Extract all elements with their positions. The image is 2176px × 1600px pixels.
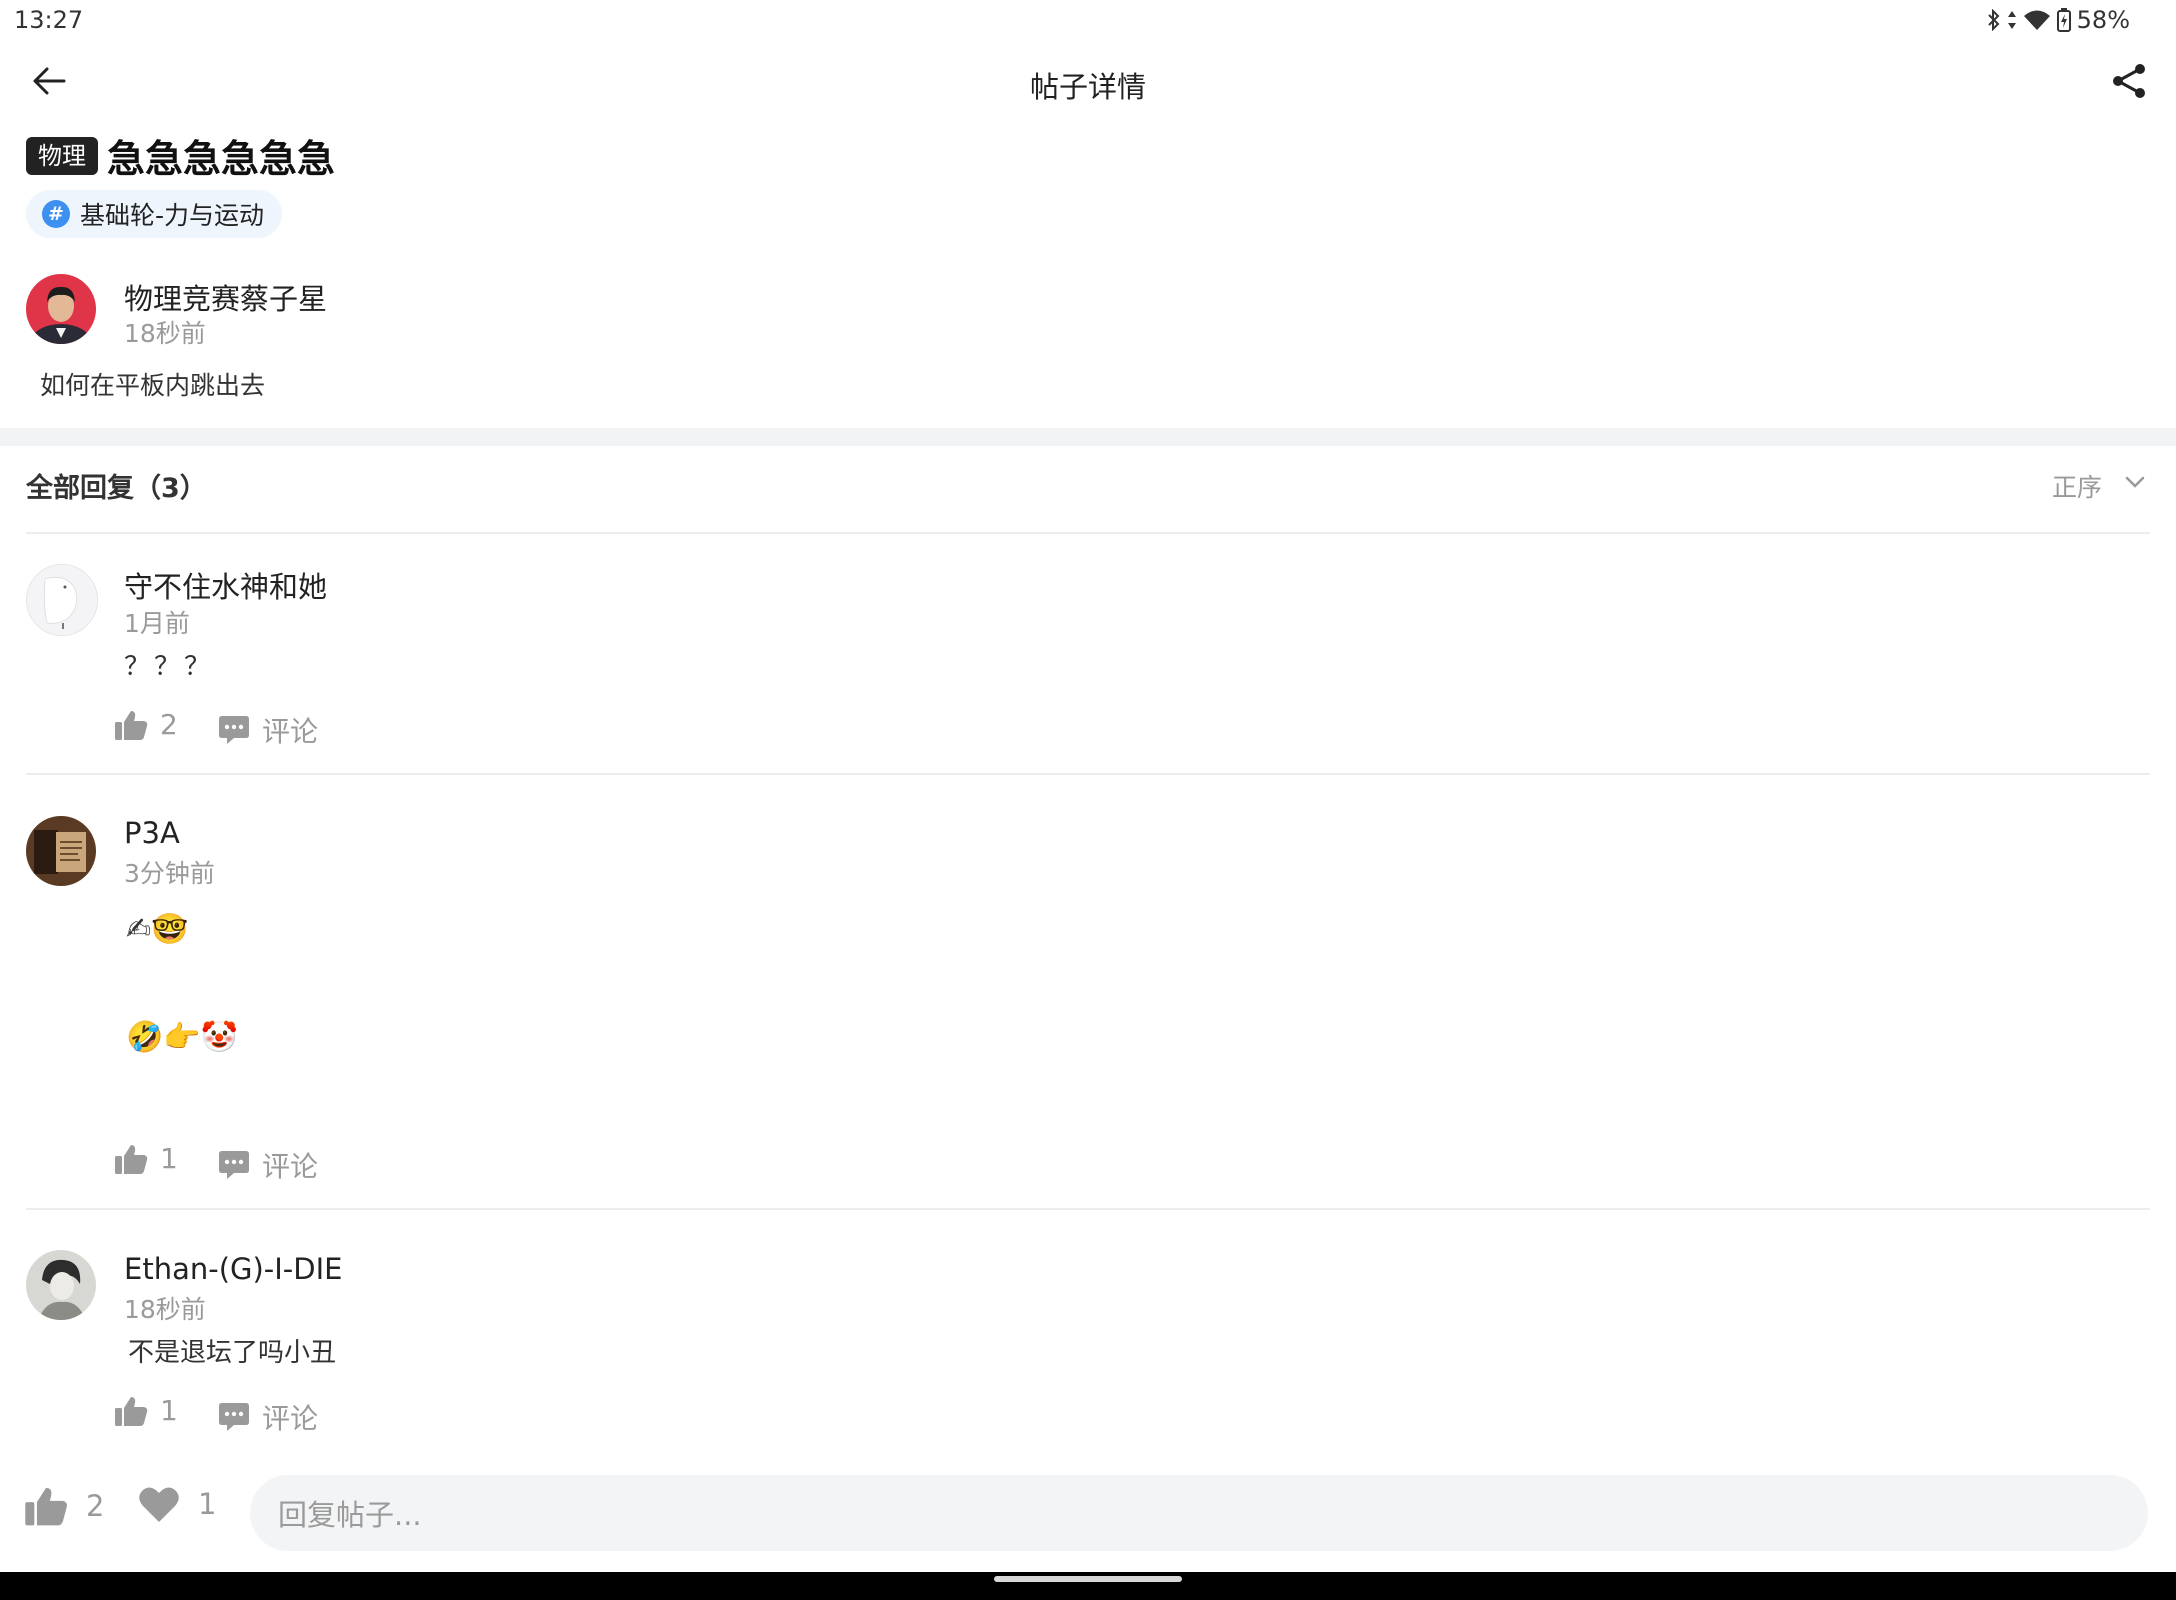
like-count: 2 bbox=[160, 708, 178, 741]
topic-label: 基础轮-力与运动 bbox=[80, 201, 265, 230]
divider bbox=[26, 532, 2150, 534]
share-button[interactable] bbox=[2106, 58, 2152, 104]
like-count: 1 bbox=[160, 1394, 178, 1427]
like-button[interactable]: 2 bbox=[114, 708, 178, 741]
reply-time: 3分钟前 bbox=[124, 859, 215, 888]
like-button[interactable]: 1 bbox=[114, 1394, 178, 1427]
hashtag-icon: # bbox=[42, 200, 70, 228]
divider bbox=[26, 1208, 2150, 1210]
wifi-icon bbox=[2023, 9, 2051, 31]
comment-icon bbox=[219, 716, 249, 744]
reply-text: 不是退坛了吗小丑 bbox=[128, 1338, 337, 1368]
thumbs-up-icon bbox=[115, 710, 148, 740]
data-arrows-icon bbox=[2007, 9, 2017, 31]
sort-label: 正序 bbox=[2052, 473, 2103, 502]
chevron-down-icon bbox=[2125, 476, 2145, 488]
comment-icon bbox=[219, 1403, 249, 1431]
battery-percent: 58% bbox=[2076, 6, 2130, 34]
status-icons: 58% bbox=[1987, 6, 2130, 34]
home-handle[interactable] bbox=[994, 1576, 1182, 1582]
post-title: 急急急急急急 bbox=[107, 137, 336, 181]
reply-avatar[interactable] bbox=[26, 564, 98, 636]
sort-dropdown[interactable]: 正序 bbox=[2050, 462, 2150, 502]
author-name[interactable]: 物理竞赛蔡子星 bbox=[124, 276, 327, 318]
post-body: 如何在平板内跳出去 bbox=[40, 371, 266, 400]
battery-icon bbox=[2056, 8, 2071, 32]
author-avatar[interactable] bbox=[26, 274, 96, 344]
like-button[interactable]: 1 bbox=[114, 1142, 178, 1175]
thumbs-up-icon bbox=[25, 1487, 67, 1526]
post-like-count: 2 bbox=[86, 1489, 105, 1523]
divider bbox=[26, 773, 2150, 775]
post-like-button[interactable]: 2 bbox=[24, 1484, 104, 1528]
reply-time: 1月前 bbox=[124, 609, 190, 638]
reply-time: 18秒前 bbox=[124, 1295, 206, 1324]
replies-title: 全部回复（3） bbox=[26, 473, 207, 504]
section-separator bbox=[0, 428, 2176, 446]
subject-tag: 物理 bbox=[26, 137, 98, 175]
comment-button[interactable]: 评论 bbox=[218, 1397, 318, 1437]
comment-label: 评论 bbox=[262, 715, 319, 748]
comment-label: 评论 bbox=[262, 1402, 319, 1435]
reply-author[interactable]: P3A bbox=[124, 816, 180, 850]
comment-label: 评论 bbox=[262, 1150, 319, 1183]
reply-author[interactable]: Ethan-(G)-I-DIE bbox=[124, 1252, 342, 1286]
reply-input[interactable]: 回复帖子... bbox=[250, 1475, 2148, 1551]
reply-text: ？？？ bbox=[124, 652, 215, 682]
topic-chip[interactable]: # 基础轮-力与运动 bbox=[26, 190, 283, 238]
like-count: 1 bbox=[160, 1142, 178, 1175]
favorite-button[interactable]: 1 bbox=[138, 1484, 216, 1524]
favorite-count: 1 bbox=[198, 1487, 217, 1521]
bluetooth-icon bbox=[1987, 9, 2001, 31]
thumbs-up-icon bbox=[115, 1144, 148, 1174]
thumbs-up-icon bbox=[115, 1396, 148, 1426]
heart-icon bbox=[139, 1487, 179, 1522]
reply-author[interactable]: 守不住水神和她 bbox=[124, 564, 327, 606]
status-time: 13:27 bbox=[14, 6, 84, 34]
reply-avatar[interactable] bbox=[26, 816, 96, 886]
comment-icon bbox=[219, 1151, 249, 1179]
page-title: 帖子详情 bbox=[1029, 70, 1146, 104]
comment-button[interactable]: 评论 bbox=[218, 710, 318, 750]
reply-text-line: 🤣👉🤡 bbox=[126, 1020, 239, 1055]
comment-button[interactable]: 评论 bbox=[218, 1145, 318, 1185]
post-time: 18秒前 bbox=[124, 319, 206, 348]
share-icon bbox=[2113, 64, 2145, 98]
reply-avatar[interactable] bbox=[26, 1250, 96, 1320]
reply-text-line: ✍🤓 bbox=[126, 912, 189, 947]
